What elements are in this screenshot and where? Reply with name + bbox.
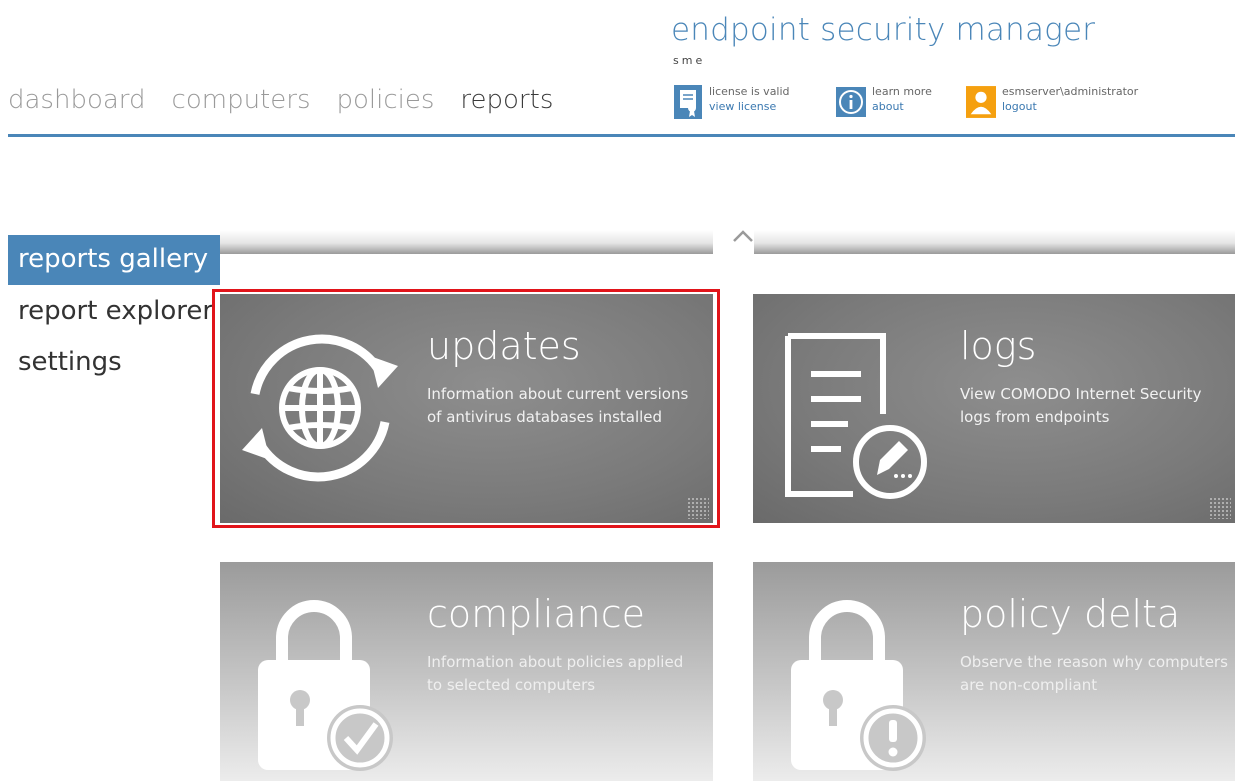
info-icon <box>836 84 866 120</box>
nav-reports[interactable]: reports <box>460 85 553 115</box>
tile-description: View COMODO Internet Security logs from … <box>960 385 1202 426</box>
license-status: license is valid <box>709 85 790 98</box>
license-block: license is valid view license <box>673 84 790 120</box>
header-divider <box>8 134 1235 137</box>
learn-more-label: learn more <box>872 85 932 98</box>
tile-compliance[interactable]: compliance Information about policies ap… <box>220 562 713 781</box>
top-nav: dashboard computers policies reports <box>8 85 579 115</box>
nav-computers[interactable]: computers <box>172 85 311 115</box>
sidebar-item-reports-gallery[interactable]: reports gallery <box>8 235 220 285</box>
document-edit-icon <box>785 333 927 499</box>
user-block: esmserver\administrator logout <box>966 84 1138 120</box>
nav-policies[interactable]: policies <box>336 85 434 115</box>
gallery-top-bar-right <box>754 230 1235 254</box>
tile-title: compliance <box>427 592 646 636</box>
tile-logs[interactable]: logs View COMODO Internet Security logs … <box>753 294 1235 523</box>
help-block: learn more about <box>836 84 932 120</box>
tile-description: Information about policies applied to se… <box>427 653 684 694</box>
nav-dashboard[interactable]: dashboard <box>8 85 146 115</box>
app-subtitle: sme <box>673 54 706 67</box>
view-license-link[interactable]: view license <box>709 99 790 114</box>
user-avatar-icon <box>966 84 996 120</box>
gallery-top-bar-left <box>220 230 713 254</box>
sidebar-item-report-explorer[interactable]: report explorer <box>8 296 213 326</box>
selection-highlight <box>212 289 720 528</box>
tile-title: policy delta <box>960 592 1181 636</box>
license-certificate-icon <box>673 84 703 120</box>
app-title: endpoint security manager <box>671 12 1096 48</box>
lock-check-icon <box>258 600 393 771</box>
lock-alert-icon <box>791 600 926 771</box>
about-link[interactable]: about <box>872 99 932 114</box>
logout-link[interactable]: logout <box>1002 99 1138 114</box>
collapse-chevron-icon[interactable] <box>732 228 754 244</box>
tile-title: logs <box>960 324 1037 368</box>
tile-description: Observe the reason why computers are non… <box>960 653 1228 694</box>
sidebar-item-settings[interactable]: settings <box>8 347 122 377</box>
tile-grip <box>1209 497 1231 519</box>
user-name: esmserver\administrator <box>1002 85 1139 98</box>
tile-policy-delta[interactable]: policy delta Observe the reason why comp… <box>753 562 1235 781</box>
